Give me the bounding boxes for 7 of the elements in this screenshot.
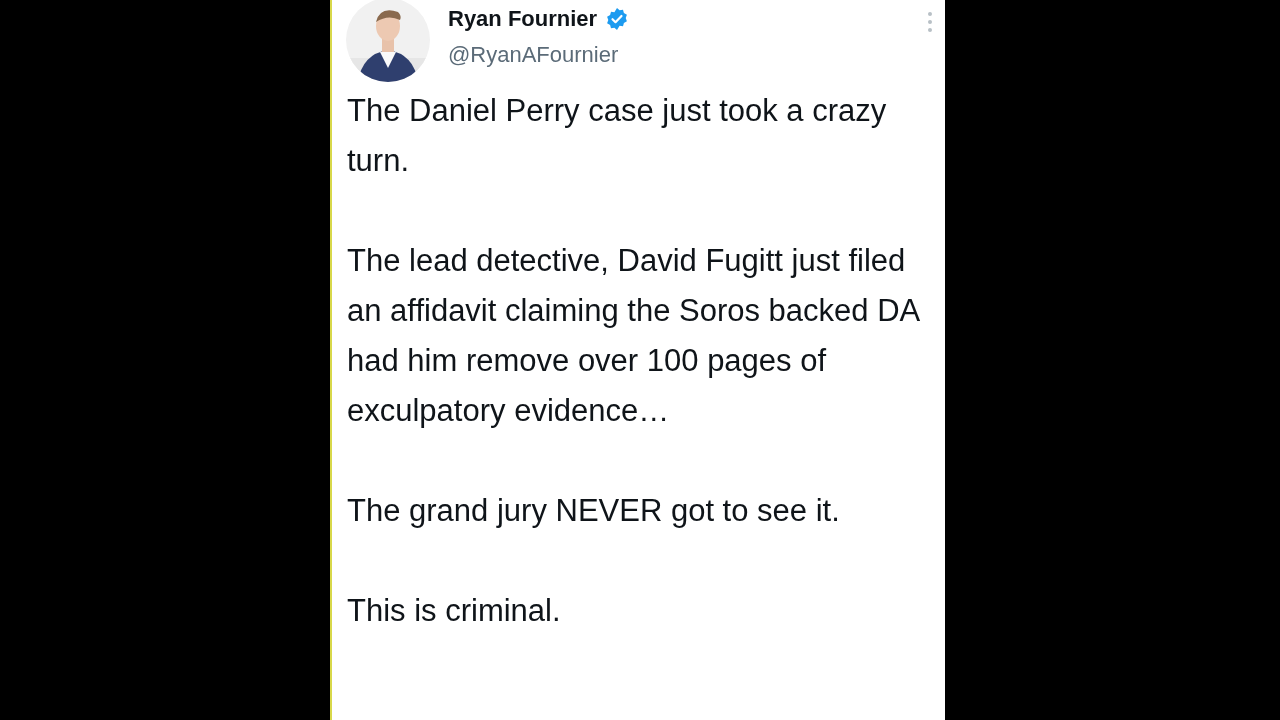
- post-paragraph: The Daniel Perry case just took a crazy turn.: [347, 92, 888, 180]
- author-handle[interactable]: @RyanAFournier: [448, 42, 630, 68]
- author-name[interactable]: Ryan Fournier: [448, 6, 598, 32]
- post-paragraph: This is criminal.: [347, 592, 562, 630]
- more-options-icon[interactable]: [927, 10, 933, 34]
- post-paragraph: The lead detective, David Fugitt just filed an affidavit claiming the Soros backed DA had him remove over 100 pages of exculpatory evidence…: [347, 242, 921, 430]
- post-paragraph: The grand jury NEVER got to see it.: [347, 492, 841, 530]
